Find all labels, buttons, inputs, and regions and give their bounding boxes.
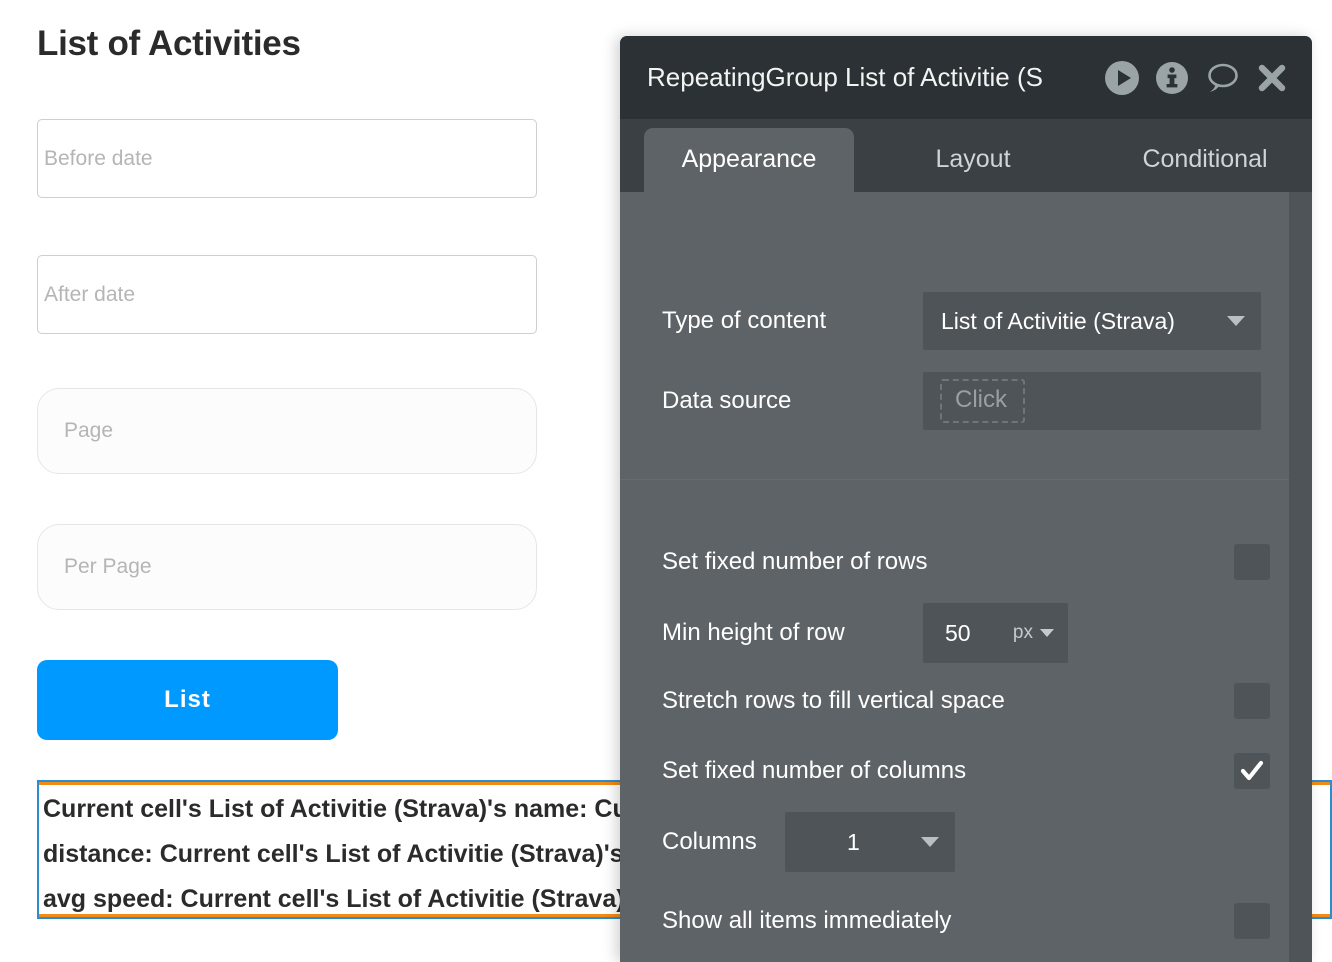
panel-scrollbar[interactable] <box>1289 192 1312 962</box>
panel-header: RepeatingGroup List of Activitie (S <box>620 36 1312 119</box>
row-set-fixed-number-of-columns: Set fixed number of columns <box>620 751 1289 791</box>
panel-body: Type of content List of Activitie (Strav… <box>620 192 1312 962</box>
after-date-placeholder: After date <box>44 283 135 307</box>
per-page-placeholder: Per Page <box>64 555 152 579</box>
min-height-label: Min height of row <box>662 619 922 647</box>
property-editor-panel: RepeatingGroup List of Activitie (S <box>620 36 1312 962</box>
panel-header-actions <box>1104 36 1290 119</box>
min-height-unit[interactable]: px <box>1013 622 1054 644</box>
page-input[interactable]: Page <box>37 388 537 474</box>
row-show-all-items: Show all items immediately <box>620 901 1289 941</box>
data-source-label: Data source <box>662 387 922 415</box>
tab-layout[interactable]: Layout <box>878 128 1068 192</box>
row-columns: Columns 1 <box>620 812 1289 872</box>
row-stretch-rows: Stretch rows to fill vertical space <box>620 681 1289 721</box>
min-height-unit-label: px <box>1013 622 1033 644</box>
chevron-down-icon <box>921 837 939 847</box>
preview-play-icon[interactable] <box>1104 60 1140 96</box>
comment-icon[interactable] <box>1204 60 1240 96</box>
show-all-items-checkbox[interactable] <box>1234 903 1270 939</box>
after-date-input[interactable]: After date <box>37 255 537 334</box>
data-source-value: Click <box>940 379 1025 423</box>
set-fixed-rows-checkbox[interactable] <box>1234 544 1270 580</box>
page-title: List of Activities <box>37 22 301 66</box>
set-fixed-columns-checkbox[interactable] <box>1234 753 1270 789</box>
close-icon[interactable] <box>1254 60 1290 96</box>
min-height-input[interactable]: 50 px <box>923 603 1068 663</box>
stretch-rows-checkbox[interactable] <box>1234 683 1270 719</box>
row-type-of-content: Type of content List of Activitie (Strav… <box>620 292 1289 350</box>
stretch-rows-label: Stretch rows to fill vertical space <box>662 687 1005 715</box>
set-fixed-columns-label: Set fixed number of columns <box>662 757 966 785</box>
check-icon <box>1240 759 1264 783</box>
columns-value: 1 <box>847 829 860 856</box>
section-divider <box>620 479 1289 480</box>
chevron-down-icon <box>1040 629 1054 637</box>
row-set-fixed-number-of-rows: Set fixed number of rows <box>620 542 1289 582</box>
panel-tabs: Appearance Layout Conditional <box>620 119 1312 192</box>
before-date-placeholder: Before date <box>44 147 153 171</box>
before-date-input[interactable]: Before date <box>37 119 537 198</box>
columns-label: Columns <box>662 828 782 856</box>
per-page-input[interactable]: Per Page <box>37 524 537 610</box>
tab-appearance[interactable]: Appearance <box>644 128 854 192</box>
columns-dropdown[interactable]: 1 <box>785 812 955 872</box>
type-of-content-dropdown[interactable]: List of Activitie (Strava) <box>923 292 1261 350</box>
data-source-click-target[interactable]: Click <box>923 372 1261 430</box>
show-all-items-label: Show all items immediately <box>662 907 951 935</box>
tab-conditional[interactable]: Conditional <box>1090 128 1312 192</box>
info-icon[interactable] <box>1154 60 1190 96</box>
row-data-source: Data source Click <box>620 372 1289 430</box>
page-placeholder: Page <box>64 419 113 443</box>
type-of-content-value: List of Activitie (Strava) <box>941 308 1175 335</box>
row-min-height-of-row: Min height of row 50 px <box>620 603 1289 663</box>
set-fixed-rows-label: Set fixed number of rows <box>662 548 927 576</box>
panel-title: RepeatingGroup List of Activitie (S <box>647 36 1097 119</box>
chevron-down-icon <box>1227 316 1245 326</box>
list-button[interactable]: List <box>37 660 338 740</box>
type-of-content-label: Type of content <box>662 307 922 335</box>
min-height-value: 50 <box>945 620 971 647</box>
